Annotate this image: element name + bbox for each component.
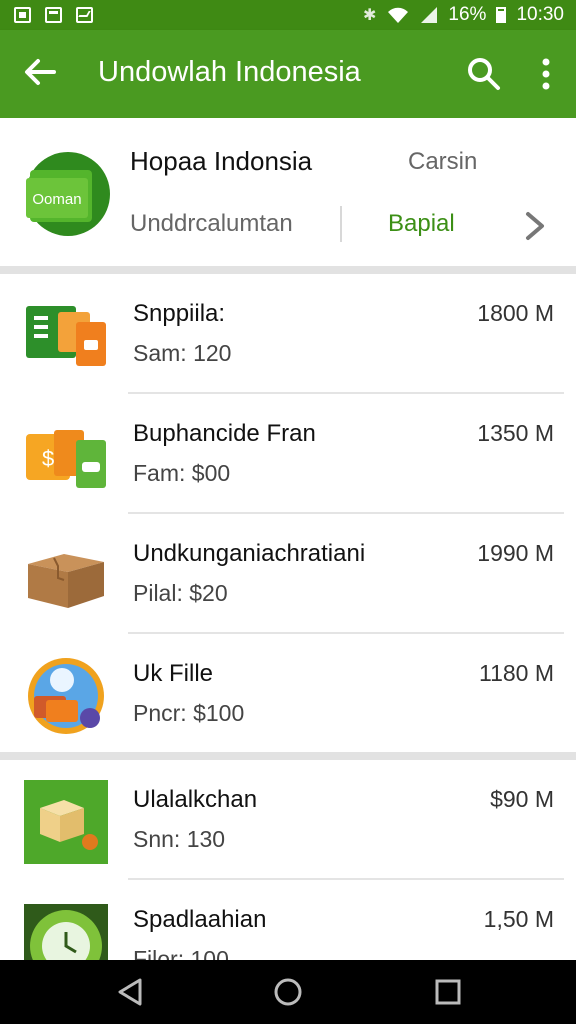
list-item[interactable]: Uk Fille Pncr: $100 1180 M (0, 634, 576, 754)
item-name: Buphancide Fran (133, 420, 316, 447)
item-size: $90 M (490, 786, 554, 812)
item-meta: Pilal: $20 (133, 580, 228, 606)
home-circle-icon[interactable] (272, 976, 304, 1008)
app-title: Undowlah Indonesia (98, 56, 361, 88)
cardboard-box-icon (28, 554, 104, 608)
app-bar: Undowlah Indonesia (0, 30, 576, 118)
globe-folders-icon (28, 658, 104, 734)
status-bar: ✱ 16% 10:30 (0, 0, 576, 30)
recents-square-icon[interactable] (432, 976, 464, 1008)
header-divider (340, 206, 342, 242)
signal-icon (421, 7, 438, 23)
section-divider (0, 266, 576, 274)
battery-percent: 16% (448, 4, 487, 25)
svg-text:$: $ (42, 446, 54, 471)
image-icon (45, 7, 62, 23)
clock-app-icon (24, 904, 108, 960)
item-size: 1,50 M (483, 906, 554, 932)
list-item[interactable]: $ Buphancide Fran Fam: $00 1350 M (0, 394, 576, 514)
battery-icon (496, 7, 507, 23)
item-meta: Fam: $00 (133, 460, 231, 486)
clock: 10:30 (516, 4, 564, 25)
publisher-caption: Carsin (408, 148, 478, 175)
item-meta: Pncr: $100 (133, 700, 245, 726)
publisher-logo-icon: Ooman (26, 152, 110, 236)
search-icon[interactable] (462, 52, 506, 96)
publisher-logo-text: Ooman (32, 191, 81, 208)
more-vertical-icon[interactable] (532, 54, 560, 94)
publisher-link[interactable]: Bapial (388, 210, 455, 238)
item-size: 1990 M (477, 540, 554, 566)
item-size: 1800 M (477, 300, 554, 326)
list-item[interactable]: Ulalalkchan Snn: 130 $90 M (0, 760, 576, 880)
section-divider (0, 752, 576, 760)
spreadsheet-files-icon (26, 306, 106, 366)
publisher-name: Hopaa Indonsia (130, 146, 313, 176)
chevron-right-icon[interactable] (522, 208, 548, 244)
back-triangle-icon[interactable] (114, 976, 146, 1008)
item-name: Snppiila: (133, 300, 226, 327)
item-meta: Filor: 100 (133, 946, 229, 960)
notification-icon (14, 7, 31, 23)
bluetooth-icon: ✱ (363, 7, 377, 24)
item-name: Spadlaahian (133, 906, 267, 933)
list-item[interactable]: Spadlaahian Filor: 100 1,50 M (0, 880, 576, 960)
item-meta: Snn: 130 (133, 826, 226, 852)
item-name: Ulalalkchan (133, 786, 258, 813)
back-arrow-icon[interactable] (20, 52, 60, 92)
list-item[interactable]: Undkunganiachratiani Pilal: $20 1990 M (0, 514, 576, 634)
item-size: 1350 M (477, 420, 554, 446)
item-name: Undkunganiachratiani (133, 540, 366, 567)
system-navigation-bar (0, 960, 576, 1024)
publisher-header: Ooman Hopaa Indonsia Carsin Unddrcalumta… (0, 118, 576, 266)
money-files-icon: $ (26, 430, 106, 488)
package-green-icon (24, 780, 108, 864)
publisher-subtitle: Unddrcalumtan (130, 210, 293, 237)
item-name: Uk Fille (133, 660, 214, 687)
mail-icon (76, 7, 93, 23)
list-item[interactable]: Snppiila: Sam: 120 1800 M (0, 274, 576, 394)
item-size: 1180 M (478, 660, 554, 686)
wifi-icon (388, 7, 409, 23)
item-meta: Sam: 120 (133, 340, 232, 366)
